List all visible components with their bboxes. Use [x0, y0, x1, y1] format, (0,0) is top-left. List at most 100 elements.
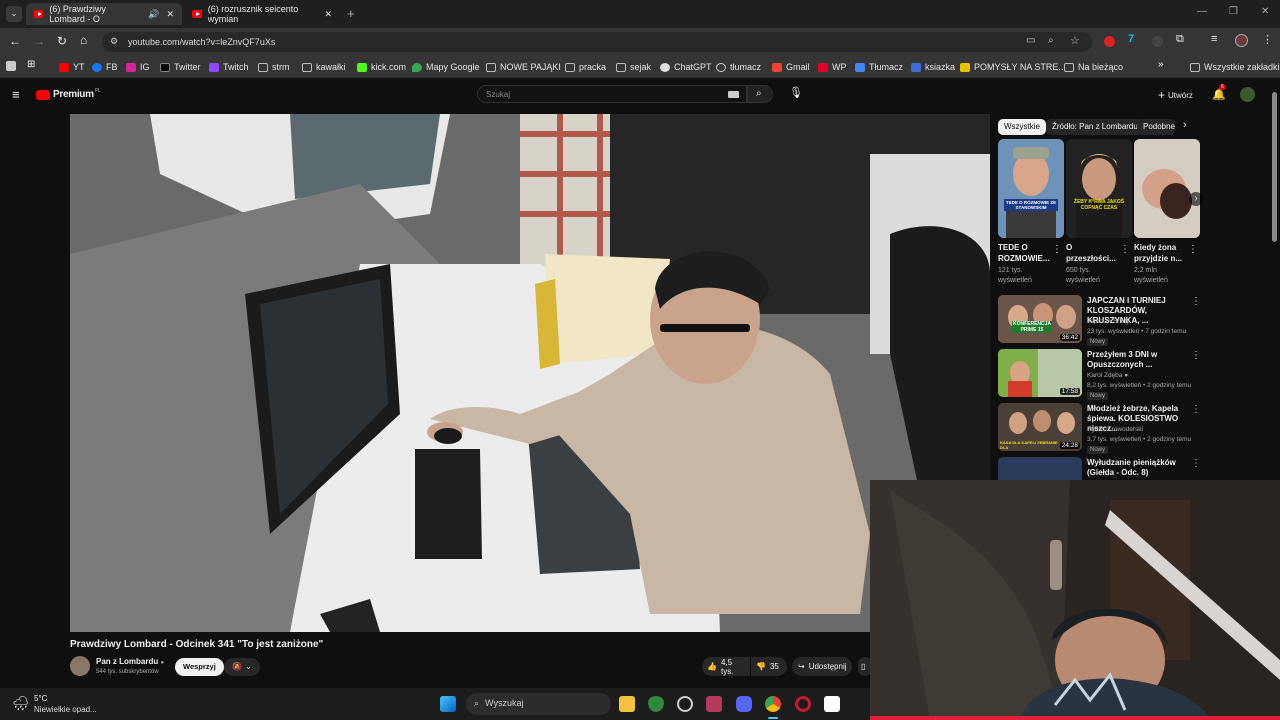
- youtube-logo[interactable]: Premium PL: [36, 88, 101, 100]
- rec-thumb-1[interactable]: KONFERENCJA PRIME 15 36:42: [998, 295, 1082, 343]
- bookmark-ig[interactable]: IG: [126, 60, 150, 74]
- minimize-icon[interactable]: —: [1197, 6, 1207, 17]
- bookmark-pracka[interactable]: pracka: [565, 60, 606, 74]
- bookmark-chatgpt[interactable]: ChatGPT: [660, 60, 712, 74]
- support-button[interactable]: Wesprzyj: [175, 658, 224, 676]
- rec-thumb-4[interactable]: [998, 457, 1082, 481]
- bookmark-kawalki[interactable]: kawałki: [302, 60, 346, 74]
- close-window-icon[interactable]: ✕: [1261, 6, 1269, 17]
- search-input[interactable]: Szukaj: [477, 85, 747, 103]
- tab-close-icon[interactable]: ✕: [324, 9, 332, 20]
- short-menu-kebab-icon[interactable]: ⋮: [1052, 244, 1062, 255]
- search-button[interactable]: ⌕: [747, 85, 773, 103]
- bookmark-pomysly[interactable]: POMYSŁY NA STRE...: [960, 60, 1066, 74]
- short-title-1[interactable]: TEDE O ROZMOWIE...: [998, 242, 1050, 264]
- rec-menu-kebab-icon[interactable]: ⋮: [1191, 458, 1201, 469]
- weather-desc[interactable]: Niewielkie opad...: [34, 705, 97, 714]
- sidebar-toggle-icon[interactable]: [6, 61, 16, 71]
- bookmark-maps[interactable]: Mapy Google: [412, 60, 480, 74]
- hamburger-menu-icon[interactable]: ≡: [12, 87, 20, 102]
- forward-icon[interactable]: →: [33, 34, 45, 48]
- share-button[interactable]: ↪ Udostępnij: [792, 657, 852, 676]
- back-icon[interactable]: ←: [9, 34, 21, 48]
- subscribed-bell-button[interactable]: 🔕 ⌄: [224, 658, 260, 676]
- extension-blue-icon[interactable]: 7: [1128, 33, 1134, 45]
- speaker-icon[interactable]: 🔊: [148, 9, 159, 20]
- notifications-bell-icon[interactable]: 🔔 6: [1212, 84, 1226, 101]
- steelseries-icon[interactable]: [677, 696, 693, 712]
- keyboard-icon[interactable]: [728, 91, 739, 98]
- tab-search-button[interactable]: ⌄: [6, 6, 22, 22]
- chips-next-chevron-icon[interactable]: ›: [1183, 119, 1187, 131]
- rec-thumb-2[interactable]: 17:58: [998, 349, 1082, 397]
- vpn-shield-icon[interactable]: [648, 696, 664, 712]
- shorts-next-chevron-icon[interactable]: ›: [1189, 192, 1203, 206]
- weather-icon[interactable]: 🌧: [12, 695, 30, 712]
- short-title-2[interactable]: O przeszłości...: [1066, 242, 1118, 264]
- chip-all[interactable]: Wszystkie: [998, 119, 1046, 135]
- short-thumb-2[interactable]: ŻEBY K*RWA JAKOŚ COFNĄĆ CZAS: [1066, 139, 1132, 238]
- cast-icon[interactable]: ▭: [1026, 35, 1035, 46]
- obs-editor-icon[interactable]: [824, 696, 840, 712]
- dislike-button[interactable]: 👎 35: [751, 657, 787, 676]
- chrome-icon[interactable]: [765, 696, 781, 712]
- extension-circle-icon[interactable]: [1152, 36, 1163, 47]
- more-bookmarks-icon[interactable]: »: [1158, 59, 1164, 70]
- weather-temp[interactable]: 5°C: [34, 694, 47, 703]
- chip-source[interactable]: Źródło: Pan z Lombardu: [1046, 119, 1144, 135]
- home-icon[interactable]: ⌂: [80, 33, 87, 47]
- new-tab-button[interactable]: +: [347, 6, 355, 21]
- bookmark-tlumacz[interactable]: tłumacz: [716, 60, 761, 74]
- opera-icon[interactable]: [795, 696, 811, 712]
- bookmark-nowe-pajaki[interactable]: NOWE PAJĄKI: [486, 60, 561, 74]
- user-avatar[interactable]: [1240, 87, 1255, 102]
- chip-similar[interactable]: Podobne: [1137, 119, 1175, 135]
- tab-close-icon[interactable]: ✕: [166, 9, 174, 20]
- rec-thumb-3[interactable]: KASA DLA KAPELI ŻEBRANIE DLA 24:28: [998, 403, 1082, 451]
- bookmark-strm[interactable]: strm: [258, 60, 290, 74]
- extensions-puzzle-icon[interactable]: ⧉: [1176, 33, 1184, 46]
- apps-grid-icon[interactable]: ⊞: [27, 59, 35, 70]
- reload-icon[interactable]: ↻: [57, 34, 67, 48]
- create-button[interactable]: + Utwórz: [1158, 88, 1193, 102]
- rec-menu-kebab-icon[interactable]: ⋮: [1191, 296, 1201, 307]
- bookmark-yt[interactable]: YT: [59, 60, 85, 74]
- zoom-icon[interactable]: ⌕: [1048, 35, 1054, 46]
- rec-title-2[interactable]: Przeżyłem 3 DNI w Opuszczonych ...: [1087, 350, 1189, 370]
- like-button[interactable]: 👍 4,5 tys.: [702, 657, 750, 676]
- discord-icon[interactable]: [736, 696, 752, 712]
- video-player[interactable]: [70, 114, 990, 632]
- short-thumb-1[interactable]: TEDE O ROZMOWIE ZE STANOWSKIM: [998, 139, 1064, 238]
- voice-search-mic-icon[interactable]: 🎙: [789, 86, 803, 99]
- rec-channel-2[interactable]: Karol Zdęba ●: [1087, 372, 1128, 379]
- page-scrollbar[interactable]: [1272, 92, 1277, 242]
- url-field[interactable]: ⚙ youtube.com/watch?v=leZnvQF7uXs ▭ ⌕ ☆: [102, 32, 1092, 52]
- photo-app-icon[interactable]: [706, 696, 722, 712]
- site-info-icon[interactable]: ⚙: [110, 36, 118, 47]
- bookmark-twitter[interactable]: Twitter: [160, 60, 201, 74]
- short-title-3[interactable]: Kiedy żona przyjdzie n...: [1134, 242, 1192, 264]
- rec-title-4[interactable]: Wyłudzanie pieniążków (Giełda - Odc. 8): [1087, 458, 1189, 478]
- rec-menu-kebab-icon[interactable]: ⋮: [1191, 404, 1201, 415]
- short-thumb-3[interactable]: [1134, 139, 1200, 238]
- bookmark-wp[interactable]: WP: [818, 60, 847, 74]
- short-menu-kebab-icon[interactable]: ⋮: [1120, 244, 1130, 255]
- short-menu-kebab-icon[interactable]: ⋮: [1188, 244, 1198, 255]
- record-extension-icon[interactable]: [1104, 36, 1115, 47]
- tab-inactive[interactable]: (6) rozrusznik seicento wymian ✕: [184, 3, 340, 25]
- all-bookmarks[interactable]: Wszystkie zakładki: [1190, 60, 1280, 74]
- profile-avatar[interactable]: [1235, 34, 1248, 47]
- maximize-icon[interactable]: ❐: [1229, 6, 1238, 17]
- bookmark-twitch[interactable]: Twitch: [209, 60, 249, 74]
- tab-active[interactable]: (6) Prawdziwy Lombard - O 🔊 ✕: [26, 3, 182, 25]
- channel-avatar[interactable]: [70, 656, 90, 676]
- bookmark-ksiazka[interactable]: ksiazka: [911, 60, 955, 74]
- windows-start-icon[interactable]: [440, 696, 456, 712]
- file-explorer-icon[interactable]: [619, 696, 635, 712]
- rec-menu-kebab-icon[interactable]: ⋮: [1191, 350, 1201, 361]
- bookmark-star-icon[interactable]: ☆: [1070, 34, 1080, 47]
- bookmark-translate[interactable]: Tłumacz: [855, 60, 903, 74]
- bookmark-sejak[interactable]: sejak: [616, 60, 651, 74]
- bookmark-na-biezaco[interactable]: Na bieżąco: [1064, 60, 1123, 74]
- channel-name[interactable]: Pan z Lombardu ●: [96, 657, 164, 666]
